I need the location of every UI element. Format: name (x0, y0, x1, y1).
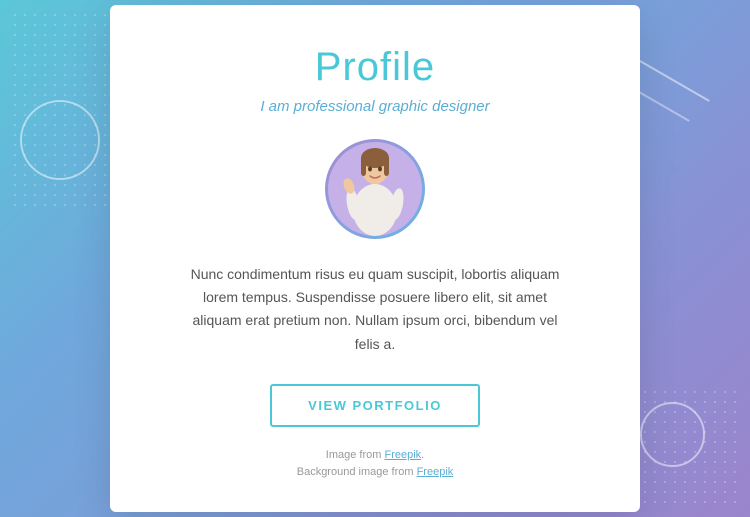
circle-bottom-right (640, 402, 705, 467)
footer-line2: Background image from Freepik (297, 464, 454, 482)
avatar (328, 142, 422, 236)
footer-line1: Image from Freepik. (297, 447, 454, 465)
card-subtitle: I am professional graphic designer (260, 98, 489, 115)
freepik-link-2[interactable]: Freepik (417, 466, 454, 478)
card-title: Profile (315, 45, 435, 90)
profile-card: Profile I am professional graphic design… (110, 5, 640, 512)
card-footer: Image from Freepik. Background image fro… (297, 447, 454, 482)
view-portfolio-button[interactable]: VIEW PORTFOLIO (270, 384, 480, 427)
circle-top-left (20, 100, 100, 180)
avatar-image (335, 146, 415, 236)
freepik-link-1[interactable]: Freepik (384, 449, 421, 461)
avatar-wrapper (325, 139, 425, 239)
card-bio: Nunc condimentum risus eu quam suscipit,… (185, 263, 565, 355)
